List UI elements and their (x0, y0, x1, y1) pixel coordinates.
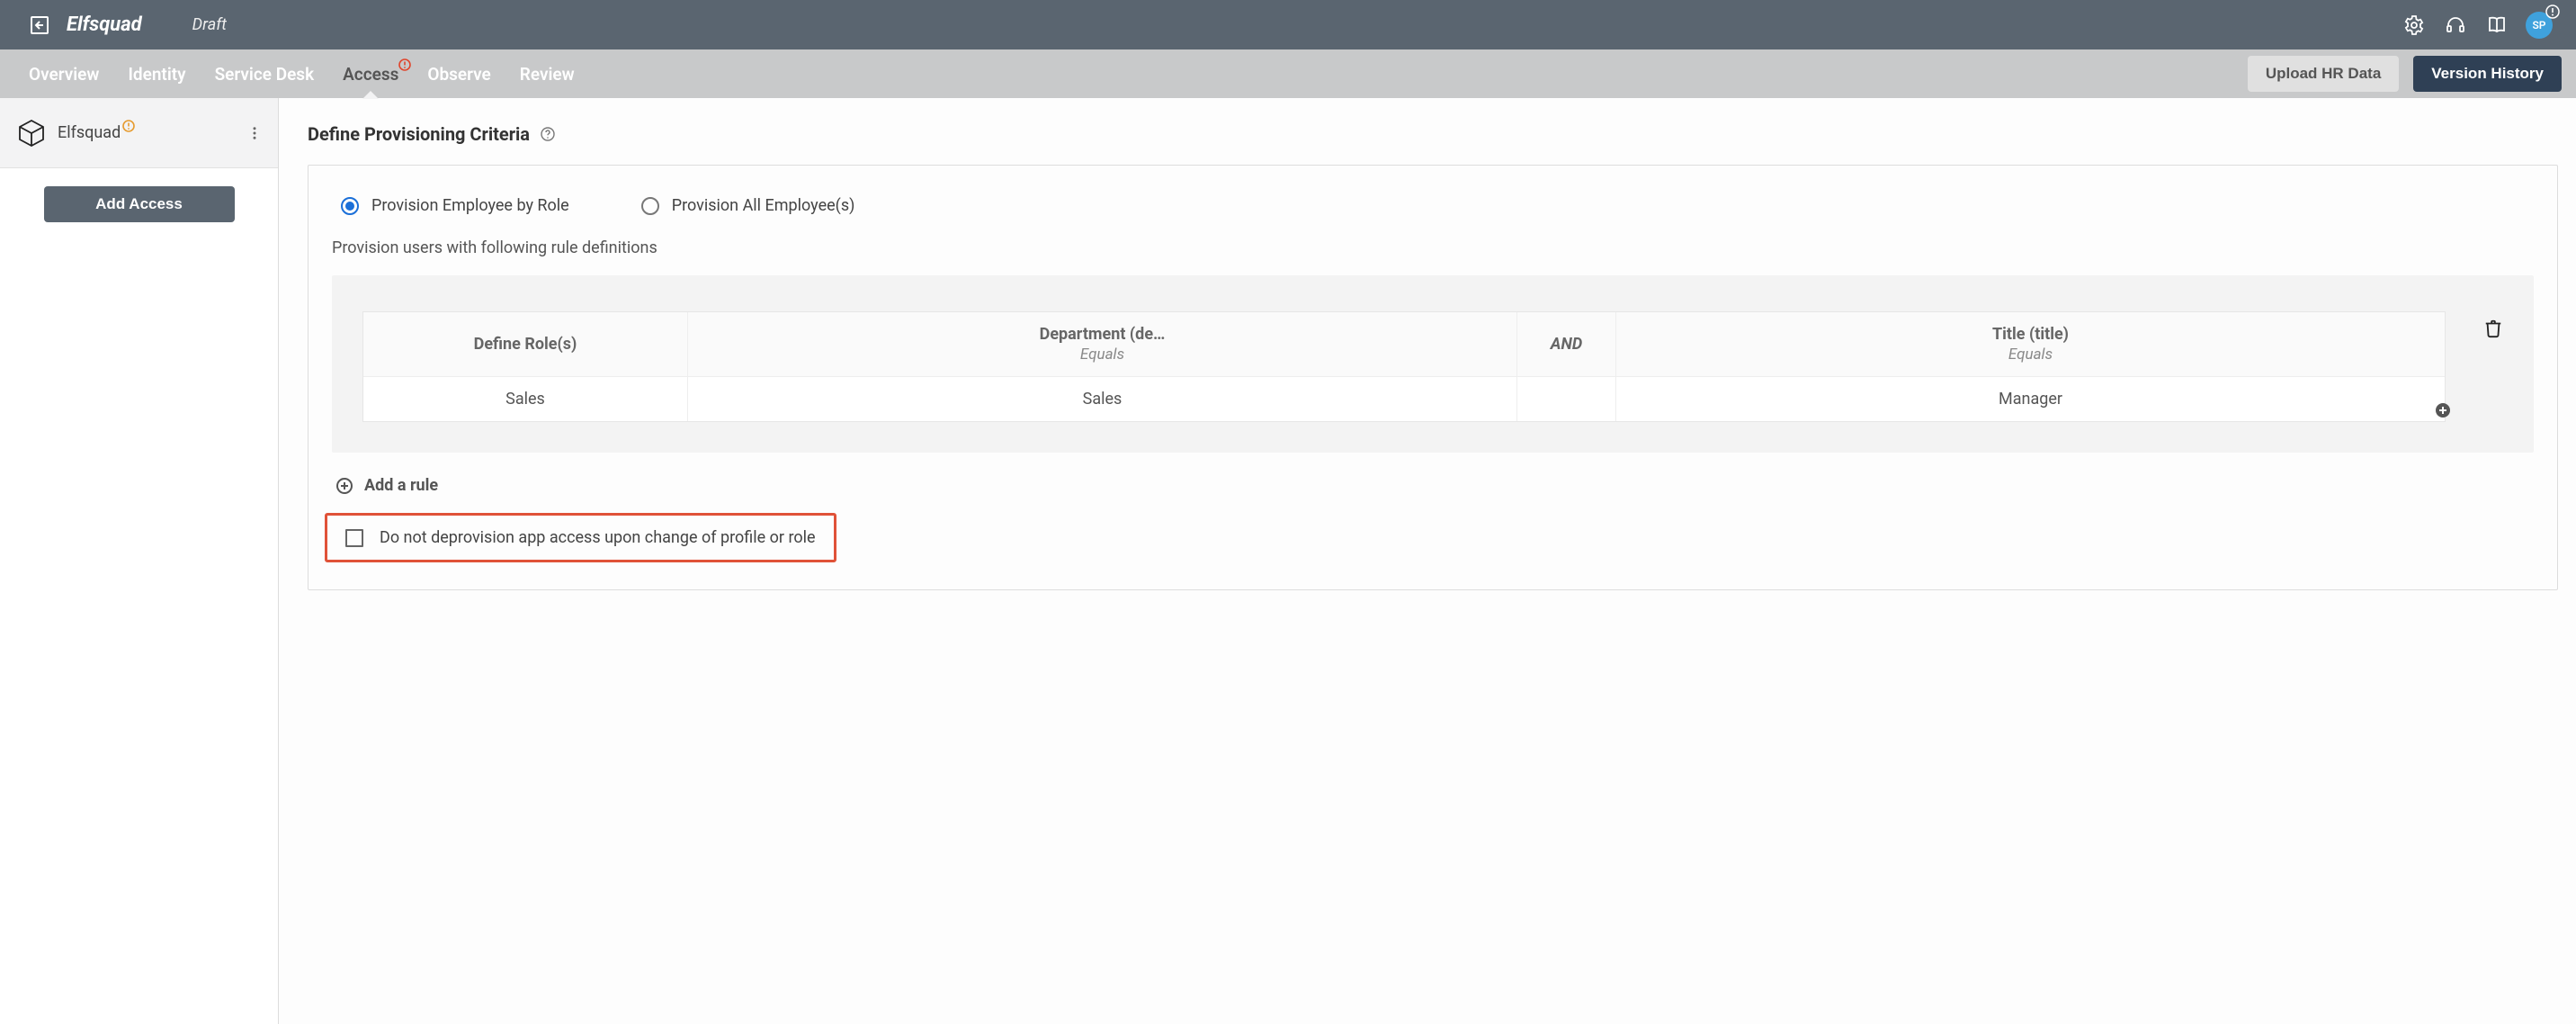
deprovision-checkbox[interactable] (345, 529, 363, 547)
rule-intro-text: Provision users with following rule defi… (332, 238, 2534, 257)
support-headset-icon[interactable] (2443, 13, 2468, 38)
delete-rule-icon[interactable] (2483, 319, 2503, 338)
radio-all-label: Provision All Employee(s) (672, 196, 855, 215)
rule-block: Define Role(s) Department (de… Equals AN… (332, 275, 2534, 453)
tab-identity[interactable]: Identity (128, 49, 185, 98)
main-content: Define Provisioning Criteria Provision E… (279, 98, 2576, 1024)
radio-all-control[interactable] (641, 197, 659, 215)
radio-by-role-control[interactable] (341, 197, 359, 215)
brand-name: Elfsquad (67, 13, 142, 36)
tab-observe[interactable]: Observe (427, 49, 490, 98)
cell-department[interactable]: Sales (687, 377, 1516, 421)
avatar-alert-icon (2545, 4, 2560, 19)
col-header-and: AND (1516, 312, 1615, 376)
version-history-button[interactable]: Version History (2413, 56, 2562, 92)
deprovision-label: Do not deprovision app access upon chang… (380, 528, 816, 547)
add-rule-button[interactable]: Add a rule (332, 476, 2534, 495)
tab-service-desk[interactable]: Service Desk (215, 49, 315, 98)
page-title: Define Provisioning Criteria (308, 123, 530, 145)
rule-table: Define Role(s) Department (de… Equals AN… (362, 311, 2446, 422)
upload-hr-data-button[interactable]: Upload HR Data (2248, 56, 2399, 92)
rule-row: Sales Sales Manager (363, 376, 2445, 421)
add-condition-icon[interactable] (2435, 402, 2451, 418)
help-icon[interactable] (541, 127, 555, 141)
sidebar-app-item[interactable]: Elfsquad (0, 98, 278, 168)
tab-access-alert-icon (398, 58, 411, 71)
top-bar: Elfsquad Draft SP (0, 0, 2576, 49)
tab-access-label: Access (343, 64, 398, 85)
tab-access[interactable]: Access (343, 49, 398, 98)
sidebar: Elfsquad Add Access (0, 98, 279, 1024)
add-access-button[interactable]: Add Access (44, 186, 235, 222)
tab-nav: Overview Identity Service Desk Access Ob… (0, 49, 2576, 98)
radio-provision-by-role[interactable]: Provision Employee by Role (341, 196, 569, 215)
sidebar-item-menu-icon[interactable] (244, 122, 265, 144)
add-rule-plus-icon (335, 477, 353, 495)
tab-overview[interactable]: Overview (29, 49, 99, 98)
col-header-role: Define Role(s) (363, 312, 687, 376)
cell-role[interactable]: Sales (363, 377, 687, 421)
sidebar-app-alert-icon (122, 120, 135, 132)
back-icon[interactable] (27, 13, 52, 38)
cell-title[interactable]: Manager (1615, 377, 2445, 421)
sidebar-app-name: Elfsquad (58, 123, 121, 142)
col-header-department: Department (de… Equals (687, 312, 1516, 376)
add-rule-label: Add a rule (364, 476, 438, 495)
criteria-panel: Provision Employee by Role Provision All… (308, 165, 2558, 590)
deprovision-option-highlight: Do not deprovision app access upon chang… (325, 513, 836, 562)
cell-and-spacer (1516, 377, 1615, 421)
col-header-title: Title (title) Equals (1615, 312, 2445, 376)
app-cube-icon (16, 118, 47, 148)
radio-provision-all[interactable]: Provision All Employee(s) (641, 196, 855, 215)
docs-book-icon[interactable] (2484, 13, 2509, 38)
tab-review[interactable]: Review (520, 49, 575, 98)
status-label: Draft (192, 15, 227, 34)
settings-gear-icon[interactable] (2402, 13, 2427, 38)
radio-by-role-label: Provision Employee by Role (371, 196, 569, 215)
